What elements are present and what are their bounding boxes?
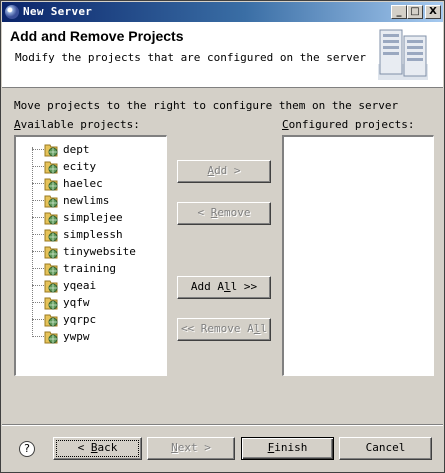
cancel-button[interactable]: Cancel — [339, 437, 432, 460]
add-all-button[interactable]: Add All >> — [177, 276, 271, 299]
project-name: ywpw — [63, 330, 90, 343]
project-item[interactable]: tinywebsite — [26, 243, 156, 260]
instruction-text: Move projects to the right to configure … — [14, 99, 399, 112]
button-label-prefix: << Remove A — [180, 322, 254, 335]
button-label: l — [260, 322, 268, 335]
available-projects-label: Available projects: — [14, 118, 140, 131]
tree-connector — [32, 183, 44, 184]
project-name: training — [63, 262, 116, 275]
web-project-icon — [44, 178, 58, 191]
project-item[interactable]: simplejee — [26, 209, 156, 226]
button-label: ext > — [177, 441, 211, 454]
web-project-icon — [44, 314, 58, 327]
web-project-icon — [44, 144, 58, 157]
web-project-icon — [44, 229, 58, 242]
tree-connector — [32, 302, 44, 303]
configured-projects-label: Configured projects: — [282, 118, 414, 131]
tree-connector — [32, 336, 44, 337]
project-tree: dept ecity haelec newlims simplejee simplessh… — [16, 137, 166, 375]
button-label: inish — [274, 441, 308, 454]
project-name: yqeai — [63, 279, 97, 292]
project-item[interactable]: ywpw — [26, 328, 156, 345]
available-projects-list[interactable]: dept ecity haelec newlims simplejee simplessh… — [14, 135, 167, 376]
project-name: yqrpc — [63, 313, 97, 326]
next-button[interactable]: Next > — [147, 437, 235, 460]
project-item[interactable]: yqfw — [26, 294, 156, 311]
configured-projects-list[interactable] — [282, 135, 434, 376]
back-button[interactable]: < Back — [53, 437, 142, 460]
label-text: vailable projects: — [20, 118, 140, 131]
web-project-icon — [44, 297, 58, 310]
project-item[interactable]: yqeai — [26, 277, 156, 294]
project-item[interactable]: training — [26, 260, 156, 277]
project-name: simplejee — [63, 211, 123, 224]
web-project-icon — [44, 212, 58, 225]
web-project-icon — [44, 280, 58, 293]
web-project-icon — [44, 331, 58, 344]
tree-connector — [32, 149, 44, 150]
project-item[interactable]: newlims — [26, 192, 156, 209]
project-item[interactable]: yqrpc — [26, 311, 156, 328]
tree-connector — [32, 251, 44, 252]
mnemonic: A — [14, 118, 21, 131]
help-icon[interactable]: ? — [19, 441, 35, 457]
tree-connector — [32, 217, 44, 218]
page-description: Modify the projects that are configured … — [15, 51, 366, 64]
mnemonic: l — [224, 280, 231, 293]
new-server-dialog: New Server _ □ X Add and Remove Projects… — [0, 0, 445, 473]
window-title: New Server — [23, 5, 93, 18]
title-bar[interactable]: New Server _ □ X — [2, 2, 443, 22]
button-label: l >> — [230, 280, 258, 293]
tree-connector — [32, 285, 44, 286]
tree-connector — [32, 234, 44, 235]
minimize-button[interactable]: _ — [391, 5, 407, 19]
project-name: dept — [63, 143, 90, 156]
project-name: ecity — [63, 160, 97, 173]
mnemonic: C — [282, 118, 289, 131]
button-label-prefix: Add A — [190, 280, 224, 293]
button-bar-separator — [2, 424, 443, 426]
web-project-icon — [44, 195, 58, 208]
eclipse-icon — [5, 5, 19, 19]
remove-button[interactable]: < Remove — [177, 202, 271, 225]
project-name: simplessh — [63, 228, 123, 241]
mnemonic: N — [171, 441, 178, 454]
server-icon — [378, 29, 428, 80]
page-title: Add and Remove Projects — [10, 28, 184, 44]
close-button[interactable]: X — [425, 5, 441, 19]
project-name: newlims — [63, 194, 110, 207]
finish-button[interactable]: Finish — [241, 437, 334, 460]
add-button[interactable]: Add > — [177, 160, 271, 183]
button-label: dd > — [214, 164, 241, 177]
mnemonic: B — [90, 441, 98, 454]
web-project-icon — [44, 161, 58, 174]
tree-connector — [32, 200, 44, 201]
maximize-button[interactable]: □ — [407, 5, 423, 19]
project-name: haelec — [63, 177, 103, 190]
remove-all-button[interactable]: << Remove All — [177, 318, 271, 341]
project-item[interactable]: dept — [26, 141, 156, 158]
tree-connector — [32, 319, 44, 320]
project-item[interactable]: simplessh — [26, 226, 156, 243]
tree-connector — [32, 268, 44, 269]
project-item[interactable]: haelec — [26, 175, 156, 192]
web-project-icon — [44, 246, 58, 259]
header-banner: Add and Remove Projects Modify the proje… — [2, 22, 443, 88]
tree-connector — [32, 166, 44, 167]
button-label: ack — [97, 441, 118, 454]
button-label: emove — [217, 206, 251, 219]
button-label-prefix: < — [77, 441, 91, 454]
project-name: tinywebsite — [63, 245, 136, 258]
label-text: onfigured projects: — [288, 118, 415, 131]
project-name: yqfw — [63, 296, 90, 309]
button-label-prefix: < — [197, 206, 211, 219]
project-item[interactable]: ecity — [26, 158, 156, 175]
web-project-icon — [44, 263, 58, 276]
